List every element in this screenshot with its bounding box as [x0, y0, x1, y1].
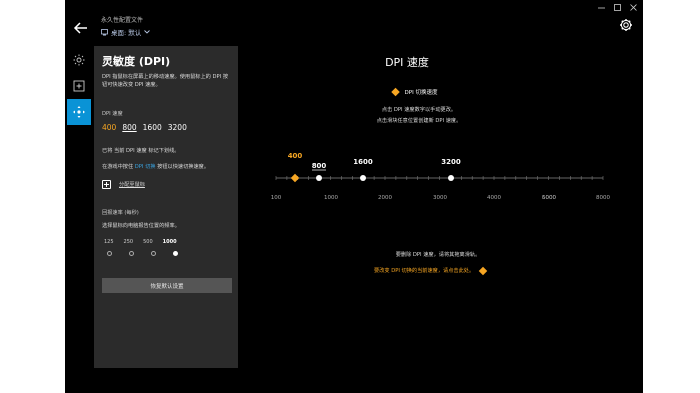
dpi-marker-label-3200[interactable]: 3200: [441, 158, 461, 166]
slider-tick-label: 1000: [324, 195, 338, 201]
slider-tick-label: 100: [271, 195, 282, 201]
shift-change-diamond-icon[interactable]: [478, 266, 488, 275]
hint-delete: 要删除 DPI 速度，请将其拖离滑轨。: [395, 252, 481, 258]
slider-tick-label: 3000: [433, 195, 447, 201]
dpi-marker-label-800[interactable]: 800: [312, 162, 327, 170]
app-window: 永久性配置文件 桌面: 默认 灵敏度 (DPI) DPI 指鼠标在屏幕上的移动速…: [65, 0, 643, 393]
dpi-slider[interactable]: 100 1000 2000 3000 4000 50006000 8000400800 160…: [65, 0, 643, 393]
hint-shift-change-text: 要改变 DPI 切换的当前速度，请点击此处。: [374, 268, 475, 274]
dpi-marker-1600[interactable]: [360, 175, 366, 181]
slider-tick-label: 2000: [378, 195, 392, 201]
dpi-marker-800[interactable]: [316, 175, 322, 181]
slider-tick-label: 4000: [487, 195, 501, 201]
slider-tick-label: 8000: [596, 195, 610, 201]
dpi-marker-400[interactable]: [290, 173, 300, 183]
hint-shift-change[interactable]: 要改变 DPI 切换的当前速度，请点击此处。: [374, 266, 488, 275]
dpi-marker-label-400[interactable]: 400: [288, 152, 303, 160]
dpi-marker-label-1600[interactable]: 1600: [353, 158, 373, 166]
dpi-marker-3200[interactable]: [448, 175, 454, 181]
slider-tick-label: 6000: [542, 195, 556, 201]
